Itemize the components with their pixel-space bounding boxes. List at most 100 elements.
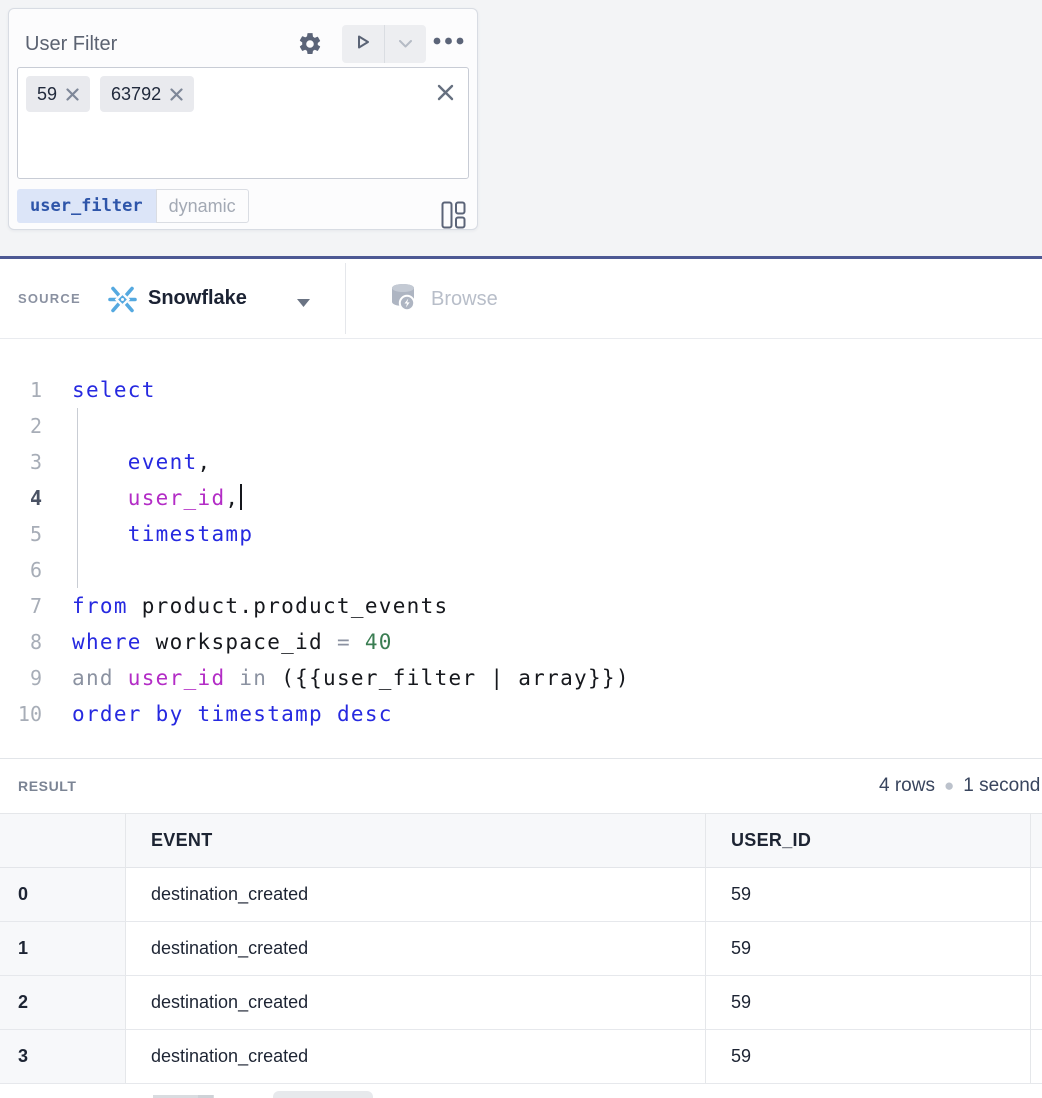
code-text: timestamp [72,516,253,552]
clipped-cell [1030,976,1042,1030]
chip-label: 59 [37,84,57,105]
line-number: 1 [0,372,42,408]
result-table: EVENTUSER_ID0destination_created591desti… [0,813,1042,1084]
code-line: 9 and user_id in ({{user_filter | array}}… [0,660,1042,696]
line-number: 3 [0,444,42,480]
cell-title: User Filter [25,33,117,56]
indent-guide [77,408,78,588]
table-row: 1destination_created59 [0,922,1042,976]
code-line: 10 order by timestamp desc [0,696,1042,732]
line-number: 4 [0,480,42,516]
filter-chip[interactable]: 59 [26,76,90,112]
filter-chip[interactable]: 63792 [100,76,194,112]
ellipsis-icon [433,33,465,48]
result-meta: 4 rows ● 1 second [879,759,1040,813]
index-column-header [0,814,125,868]
table-row: 2destination_created59 [0,976,1042,1030]
column-header[interactable]: USER_ID [705,814,1030,868]
notebook-view: User Filter 5963 [0,0,1042,1098]
code-line: 4 user_id, [0,480,1042,516]
code-line: 7 from product.product_events [0,588,1042,624]
variable-type-badge: dynamic [156,189,249,223]
table-footer [0,1084,1042,1098]
code-text: from product.product_events [72,588,448,624]
result-label: RESULT [18,778,77,794]
table-cell: 59 [705,868,1030,922]
clipped-cell [1030,868,1042,922]
code-line: 5 timestamp [0,516,1042,552]
code-text: user_id, [72,480,242,516]
gear-icon [297,45,323,60]
variable-name-badge[interactable]: user_filter [17,189,156,223]
chip-label: 63792 [111,84,161,105]
code-text: and user_id in ({{user_filter | array}}) [72,660,630,696]
clear-all-button[interactable] [435,82,456,103]
clipped-column-header [1030,814,1042,868]
user-filter-input[interactable]: 59 63792 [17,67,469,179]
database-bolt-icon [389,282,417,316]
source-label: SOURCE [18,291,81,306]
play-icon [354,32,372,57]
code-text: where workspace_id = 40 [72,624,393,660]
close-icon[interactable] [170,88,183,101]
code-line: 1 select [0,372,1042,408]
code-lines: 1select23 event,4 user_id,5 timestamp67f… [0,372,1042,732]
line-number: 2 [0,408,42,444]
code-text: select [72,372,156,408]
table-pagination-pill[interactable] [273,1091,373,1098]
text-cursor [240,484,242,510]
code-line: 2 [0,408,1042,444]
table-cell: 59 [705,922,1030,976]
column-header[interactable]: EVENT [125,814,705,868]
row-index-cell: 2 [0,976,125,1030]
run-options-button[interactable] [385,25,427,63]
line-number: 7 [0,588,42,624]
code-line: 8 where workspace_id = 40 [0,624,1042,660]
layout-button[interactable] [441,201,466,229]
table-cell: destination_created [125,922,705,976]
source-bar: SOURCE Snowflake [0,259,1042,339]
line-number: 5 [0,516,42,552]
variable-info: user_filter dynamic [17,189,249,223]
divider [345,263,346,334]
line-number: 10 [0,696,42,732]
result-panel: RESULT 4 rows ● 1 second EVENTUSER_ID0de… [0,758,1042,1098]
table-row: 0destination_created59 [0,868,1042,922]
row-index-cell: 3 [0,1030,125,1084]
sql-editor[interactable]: 1select23 event,4 user_id,5 timestamp67f… [0,339,1042,759]
table-cell: 59 [705,1030,1030,1084]
code-line: 6 [0,552,1042,588]
source-connection-name[interactable]: Snowflake [148,287,247,310]
clipped-cell [1030,1030,1042,1084]
row-count: 4 rows [879,775,935,797]
close-icon [435,91,456,106]
result-header: RESULT 4 rows ● 1 second [0,759,1042,813]
line-number: 6 [0,552,42,588]
table-row: 3destination_created59 [0,1030,1042,1084]
dot-separator: ● [944,776,954,796]
code-text: order by timestamp desc [72,696,393,732]
line-number: 8 [0,624,42,660]
line-number: 9 [0,660,42,696]
close-icon[interactable] [66,88,79,101]
table-cell: destination_created [125,868,705,922]
code-text: event, [72,444,211,480]
settings-button[interactable] [297,31,323,57]
table-cell: destination_created [125,976,705,1030]
row-index-cell: 0 [0,868,125,922]
clipped-cell [1030,922,1042,976]
cell-menu-button[interactable] [433,37,465,45]
table-cell: destination_created [125,1030,705,1084]
row-index-cell: 1 [0,922,125,976]
query-duration: 1 second [963,775,1040,797]
chip-list: 59 63792 [26,76,194,112]
run-button[interactable] [342,25,384,63]
sql-cell: SOURCE Snowflake [0,256,1042,759]
code-line: 3 event, [0,444,1042,480]
caret-down-icon[interactable] [296,295,311,313]
table-header-row: EVENTUSER_ID [0,814,1042,868]
browse-button[interactable]: Browse [383,281,504,317]
chevron-down-icon [399,35,412,53]
browse-label: Browse [431,288,498,311]
user-filter-cell: User Filter 5963 [8,8,478,230]
